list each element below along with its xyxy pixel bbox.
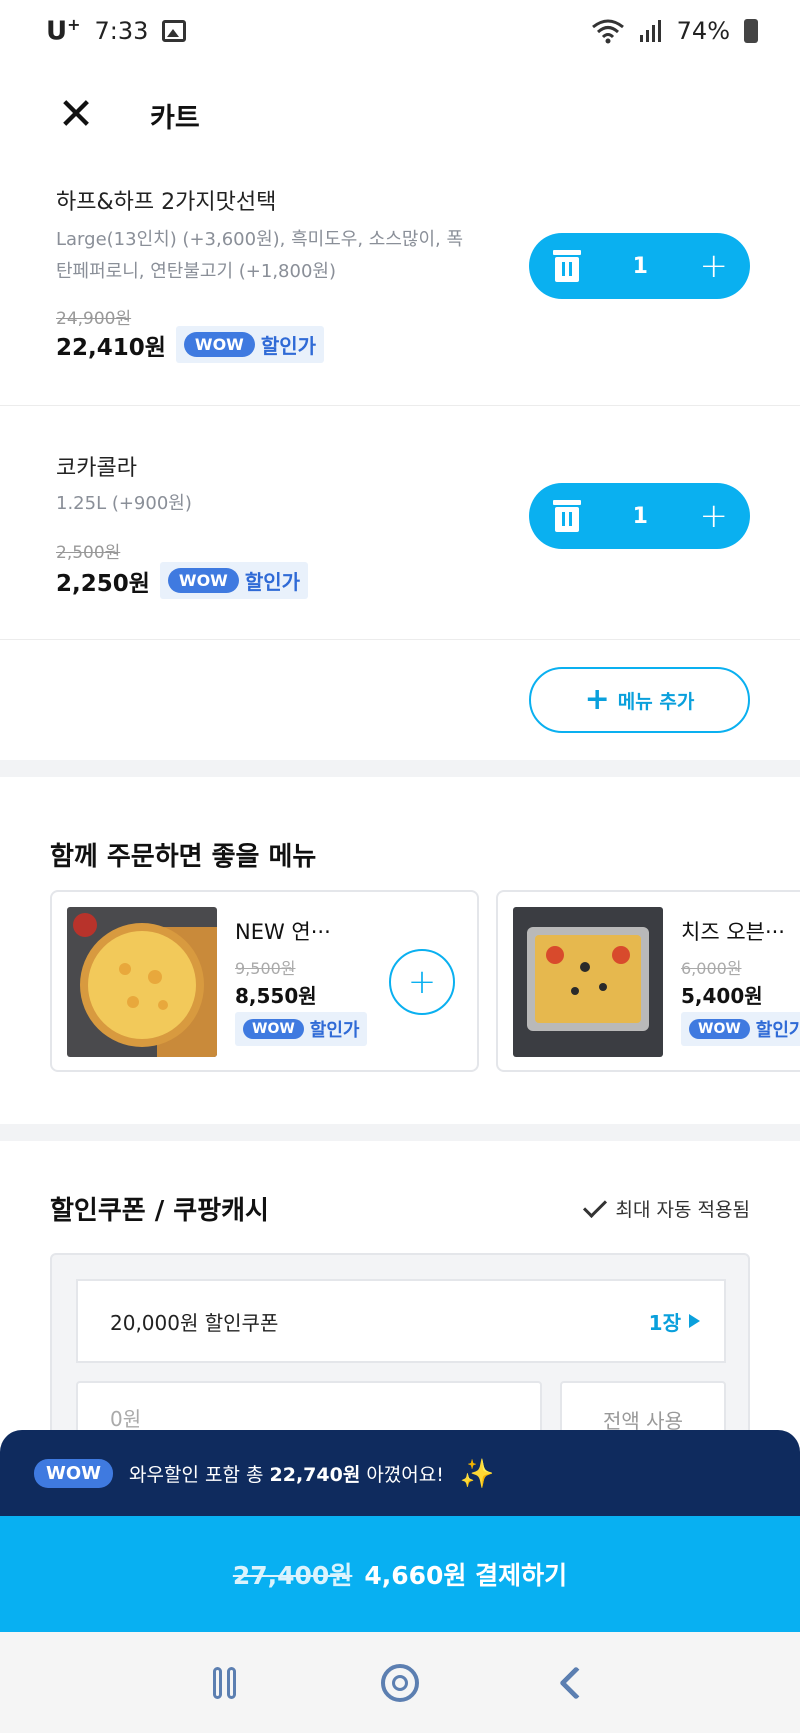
recommend-original-price: 6,000원	[681, 959, 742, 978]
recommend-original-price: 9,500원	[235, 959, 296, 978]
quantity-stepper: 1 +	[529, 483, 750, 549]
recommend-card[interactable]: NEW 연··· 9,500원 8,550원 WOW 할인가 +	[50, 890, 479, 1072]
coupon-selector[interactable]: 20,000원 할인쿠폰 1장	[76, 1279, 726, 1363]
wow-discount-badge: WOW 할인가	[235, 1012, 368, 1046]
wow-discount-label: 할인가	[755, 1020, 800, 1041]
recommend-name: NEW 연···	[235, 920, 331, 944]
coupon-box: 20,000원 할인쿠폰 1장 0원 전액 사용	[50, 1253, 750, 1465]
wifi-icon	[591, 19, 624, 44]
wow-discount-badge: WOW 할인가	[175, 326, 325, 363]
home-icon[interactable]	[380, 1663, 419, 1702]
savings-text: 와우할인 포함 총 22,740원 아꼈어요!	[129, 1463, 444, 1486]
add-recommend-button[interactable]: +	[389, 949, 455, 1015]
page-title: 카트	[150, 102, 200, 134]
pay-original-total: 27,400원	[232, 1561, 353, 1590]
battery-percent: 74%	[676, 17, 730, 45]
cart-item: 하프&하프 2가지맛선택 Large(13인치) (+3,600원), 흑미도우…	[0, 168, 800, 406]
auto-applied-note: 최대 자동 적용됨	[582, 1193, 750, 1222]
cheese-oven-image	[513, 907, 663, 1057]
wow-discount-label: 할인가	[244, 570, 301, 594]
recommend-title: 함께 주문하면 좋을 메뉴	[50, 842, 317, 872]
coupon-count: 1장	[649, 1307, 700, 1336]
system-nav-bar	[0, 1632, 800, 1733]
wow-pill: WOW	[243, 1019, 304, 1039]
add-menu-label: 메뉴 추가	[617, 690, 695, 713]
trash-icon[interactable]	[553, 500, 581, 532]
header: ✕ 카트	[0, 62, 800, 168]
wow-pill: WOW	[689, 1019, 750, 1039]
wow-discount-label: 할인가	[260, 334, 317, 358]
add-menu-button[interactable]: + 메뉴 추가	[529, 667, 750, 733]
chevron-right-icon	[689, 1314, 700, 1328]
pay-button[interactable]: 27,400원 4,660원 결제하기	[0, 1516, 800, 1632]
item-options: 1.25L (+900원)	[56, 493, 192, 514]
item-name: 코카콜라	[56, 456, 137, 481]
gallery-icon	[162, 20, 187, 42]
item-original-price: 2,500원	[56, 543, 121, 563]
wow-savings-banner: WOW 와우할인 포함 총 22,740원 아꼈어요! ✨	[0, 1430, 800, 1516]
recommend-price: 5,400원	[681, 984, 763, 1008]
plus-icon[interactable]: +	[700, 249, 729, 283]
recommend-card[interactable]: 치즈 오븐··· 6,000원 5,400원 WOW 할인가	[496, 890, 800, 1072]
item-price-row: 2,250원 WOW 할인가	[56, 562, 309, 599]
coupon-title: 할인쿠폰 / 쿠팡캐시	[50, 1196, 269, 1226]
quantity-stepper: 1 +	[529, 233, 750, 299]
pizza-image	[67, 907, 217, 1057]
status-time: 7:33	[94, 17, 149, 45]
signal-icon	[639, 20, 661, 42]
plus-icon: +	[584, 682, 610, 717]
recommend-price: 8,550원	[235, 984, 317, 1008]
item-name: 하프&하프 2가지맛선택	[56, 190, 277, 215]
quantity-value: 1	[632, 503, 648, 529]
wow-discount-badge: WOW 할인가	[681, 1012, 800, 1046]
cart-item: 코카콜라 1.25L (+900원) 2,500원 2,250원 WOW 할인가…	[0, 406, 800, 640]
battery-icon	[744, 19, 758, 43]
wow-pill: WOW	[183, 332, 255, 357]
recents-icon[interactable]	[212, 1666, 236, 1699]
close-icon[interactable]: ✕	[58, 93, 95, 137]
carrier-label: U+	[46, 15, 81, 47]
coupon-label: 20,000원 할인쿠폰	[110, 1310, 279, 1335]
recommend-name: 치즈 오븐···	[681, 920, 785, 944]
item-price: 22,410원	[56, 334, 166, 361]
quantity-value: 1	[632, 253, 648, 279]
item-options: Large(13인치) (+3,600원), 흑미도우, 소스많이, 폭탄페퍼로…	[56, 229, 464, 282]
section-divider	[0, 1124, 800, 1141]
item-price: 2,250원	[56, 570, 150, 597]
trash-icon[interactable]	[553, 250, 581, 282]
check-icon	[582, 1193, 607, 1218]
pay-label: 4,660원 결제하기	[364, 1561, 568, 1590]
plus-icon[interactable]: +	[700, 499, 729, 533]
wow-discount-badge: WOW 할인가	[159, 562, 309, 599]
auto-applied-label: 최대 자동 적용됨	[615, 1199, 750, 1221]
status-bar: U+ 7:33 74%	[0, 0, 800, 62]
wow-pill: WOW	[167, 568, 239, 593]
back-icon[interactable]	[558, 1665, 593, 1700]
wow-pill: WOW	[34, 1458, 114, 1488]
wow-discount-label: 할인가	[309, 1020, 360, 1041]
section-divider	[0, 760, 800, 777]
sparkle-icon: ✨	[459, 1456, 495, 1490]
item-price-row: 22,410원 WOW 할인가	[56, 326, 325, 363]
